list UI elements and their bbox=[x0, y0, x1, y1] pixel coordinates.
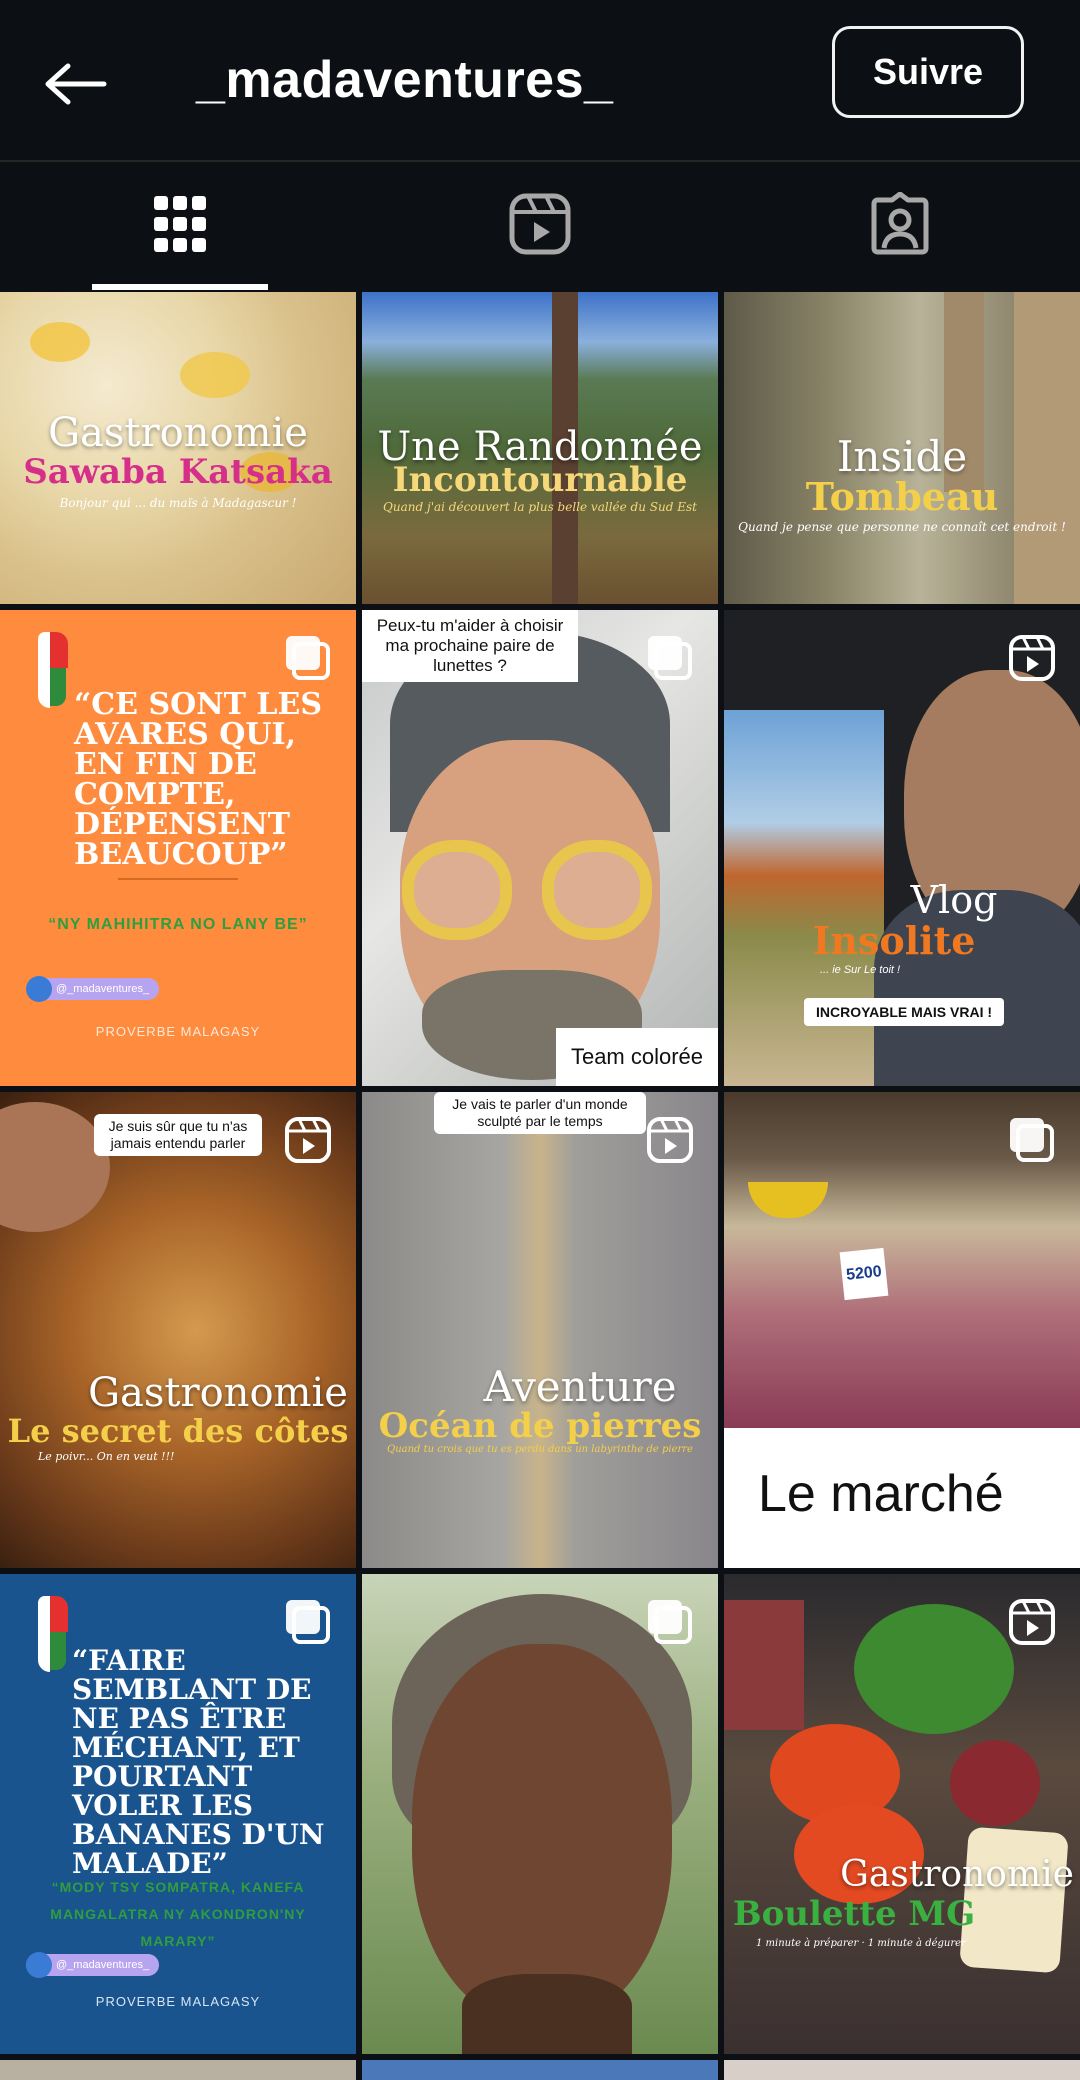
carousel-icon bbox=[284, 1598, 332, 1646]
post-subtitle: Océan de pierres bbox=[378, 1406, 702, 1446]
post-subtitle: Sawaba Katsaka bbox=[23, 452, 333, 492]
follow-button[interactable]: Suivre bbox=[832, 26, 1024, 118]
user-icon bbox=[26, 976, 52, 1002]
madagascar-flag-map-icon bbox=[32, 1596, 70, 1672]
carousel-icon bbox=[646, 1598, 694, 1646]
onion bbox=[950, 1740, 1040, 1826]
tab-reels[interactable] bbox=[360, 162, 720, 290]
carousel-icon bbox=[284, 634, 332, 682]
user-icon bbox=[26, 1952, 52, 1978]
price-tag: 5200 bbox=[839, 1247, 889, 1301]
meat bbox=[724, 1600, 804, 1730]
proverb-footer: PROVERBE MALAGASY bbox=[95, 1024, 261, 1039]
herbs bbox=[854, 1604, 1014, 1734]
post-title: Gastronomie bbox=[88, 1370, 348, 1416]
badge-label: INCROYABLE MAIS VRAI ! bbox=[804, 998, 1004, 1026]
speech-bubble: Je suis sûr que tu n'as jamais entendu p… bbox=[94, 1114, 262, 1156]
post-tile[interactable]: Inside Tombeau Quand je pense que person… bbox=[724, 292, 1080, 604]
post-tile[interactable]: “CE SONT LES AVARES QUI, EN FIN DE COMPT… bbox=[0, 610, 356, 1086]
proverb-quote: “FAIRE SEMBLANT DE NE PAS ÊTRE MÉCHANT, … bbox=[72, 1644, 325, 1880]
post-tile[interactable] bbox=[724, 2060, 1080, 2080]
proverb-quote: “CE SONT LES AVARES QUI, EN FIN DE COMPT… bbox=[74, 687, 323, 872]
face bbox=[412, 1644, 672, 2024]
proverb-footer: PROVERBE MALAGASY bbox=[95, 1994, 261, 2009]
post-caption: Bonjour qui ... du maïs à Madagascur ! bbox=[59, 496, 297, 510]
carousel-icon bbox=[1008, 1116, 1056, 1164]
post-tile[interactable]: Vlog Insolite ... ie Sur Le toit ! INCRO… bbox=[724, 610, 1080, 1086]
carousel-icon bbox=[646, 634, 694, 682]
handle-text: @_madaventures_ bbox=[56, 983, 150, 995]
handle-pill: @_madaventures_ bbox=[26, 1952, 160, 1978]
post-tile[interactable]: Gastronomie Boulette MG 1 minute à prépa… bbox=[724, 1574, 1080, 2054]
post-tile[interactable] bbox=[362, 2060, 718, 2080]
question-label: Peux-tu m'aider à choisir ma prochaine p… bbox=[362, 610, 578, 682]
grid-icon bbox=[152, 194, 208, 259]
window-view bbox=[724, 710, 884, 1086]
post-subtitle: Incontournable bbox=[392, 460, 688, 500]
post-tile[interactable]: Gastronomie Sawaba Katsaka Bonjour qui .… bbox=[0, 292, 356, 604]
post-subtitle: Insolite bbox=[812, 918, 976, 963]
proverb-malagasy: “MODY TSY SOMPATRA, KANEFA MANGALATRA NY… bbox=[50, 1879, 306, 1949]
post-title: Aventure bbox=[483, 1362, 677, 1411]
post-tile[interactable]: Je vais te parler d'un monde sculpté par… bbox=[362, 1092, 718, 1568]
profile-tabs bbox=[0, 160, 1080, 290]
post-caption: 1 minute à préparer · 1 minute à dégurer bbox=[756, 1938, 966, 1949]
reels-icon bbox=[1008, 1598, 1056, 1646]
post-tile[interactable]: Je suis sûr que tu n'as jamais entendu p… bbox=[0, 1092, 356, 1568]
proverb-malagasy: “NY MAHIHITRA NO LANY BE” bbox=[48, 916, 308, 933]
post-caption: Quand tu crois que tu es perdu dans un l… bbox=[387, 1444, 693, 1455]
post-subtitle: Le secret des côtes bbox=[7, 1412, 349, 1450]
post-caption: ... ie Sur Le toit ! bbox=[820, 964, 901, 976]
post-title: Vlog bbox=[910, 878, 998, 922]
post-caption: Le poivr... On en veut !!! bbox=[38, 1450, 175, 1463]
post-tile[interactable]: 5200 Le marché bbox=[724, 1092, 1080, 1568]
reels-icon bbox=[1008, 634, 1056, 682]
reels-icon bbox=[646, 1116, 694, 1164]
profile-header: _madaventures_ Suivre bbox=[0, 0, 1080, 160]
tab-posts[interactable] bbox=[0, 162, 360, 290]
post-title: Gastronomie bbox=[48, 410, 308, 456]
post-title: Gastronomie bbox=[840, 1854, 1074, 1895]
post-caption: Quand j'ai découvert la plus belle vallé… bbox=[383, 500, 697, 514]
post-tile[interactable]: Une Randonnée Incontournable Quand j'ai … bbox=[362, 292, 718, 604]
tagged-person-icon bbox=[868, 191, 932, 261]
glasses-lens bbox=[402, 840, 512, 940]
market-label: Le marché bbox=[758, 1465, 1004, 1523]
post-subtitle: Tombeau bbox=[805, 474, 999, 519]
handle-pill: @_madaventures_ bbox=[26, 976, 160, 1002]
post-caption: Quand je pense que personne ne connaît c… bbox=[738, 520, 1066, 534]
team-label: Team colorée bbox=[556, 1028, 718, 1086]
back-arrow-icon[interactable] bbox=[40, 52, 112, 116]
speech-bubble: Je vais te parler d'un monde sculpté par… bbox=[434, 1092, 646, 1134]
glasses-lens bbox=[542, 840, 652, 940]
active-tab-indicator bbox=[92, 284, 268, 290]
corn-kernel bbox=[180, 352, 250, 398]
post-subtitle: Boulette MG bbox=[732, 1894, 976, 1934]
post-tile[interactable]: Peux-tu m'aider à choisir ma prochaine p… bbox=[362, 610, 718, 1086]
post-tile[interactable]: “FAIRE SEMBLANT DE NE PAS ÊTRE MÉCHANT, … bbox=[0, 1574, 356, 2054]
madagascar-flag-map-icon bbox=[32, 632, 70, 708]
corn-kernel bbox=[30, 322, 90, 362]
neck bbox=[462, 1974, 632, 2054]
reels-icon bbox=[284, 1116, 332, 1164]
post-tile[interactable] bbox=[362, 1574, 718, 2054]
handle-text: @_madaventures_ bbox=[56, 1959, 150, 1971]
reels-icon bbox=[508, 192, 572, 261]
post-tile[interactable] bbox=[0, 2060, 356, 2080]
divider bbox=[118, 878, 238, 880]
tab-tagged[interactable] bbox=[720, 162, 1080, 290]
profile-username: _madaventures_ bbox=[196, 51, 614, 109]
